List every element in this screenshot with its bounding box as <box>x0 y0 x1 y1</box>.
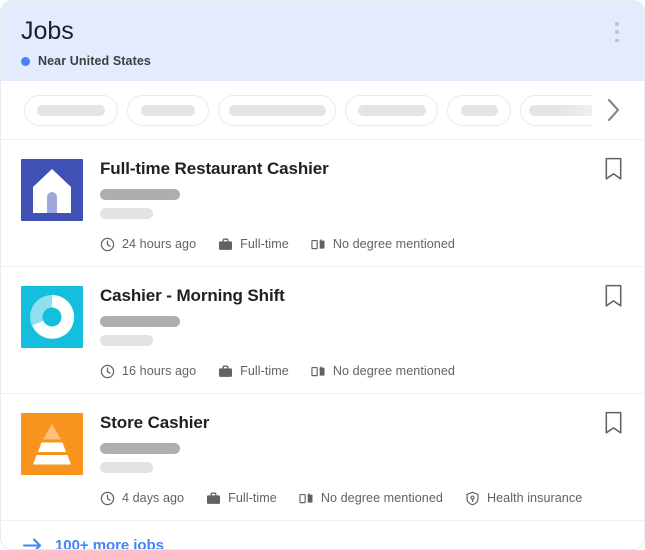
job-meta-item: Full-time <box>218 236 289 252</box>
company-placeholder <box>100 189 180 200</box>
job-meta-label: 16 hours ago <box>122 363 196 379</box>
job-meta-label: No degree mentioned <box>321 490 443 506</box>
job-card-body: Full-time Restaurant Cashier 24 hours ago… <box>100 156 624 252</box>
job-title: Full-time Restaurant Cashier <box>100 157 624 180</box>
job-meta-label: No degree mentioned <box>333 236 455 252</box>
filter-chip-1[interactable] <box>24 95 118 126</box>
job-meta-label: Full-time <box>240 236 289 252</box>
job-meta-label: Full-time <box>228 490 277 506</box>
job-meta-label: Full-time <box>240 363 289 379</box>
job-title: Cashier - Morning Shift <box>100 284 624 307</box>
page-title: Jobs <box>21 15 624 47</box>
job-meta-item: 16 hours ago <box>100 363 196 379</box>
location-dot-icon <box>21 57 30 66</box>
job-card[interactable]: Cashier - Morning Shift 16 hours ago Full-… <box>1 267 644 394</box>
job-card[interactable]: Full-time Restaurant Cashier 24 hours ago… <box>1 140 644 267</box>
pyramid-logo-icon <box>21 413 83 475</box>
donut-logo-icon <box>21 286 83 348</box>
job-meta-item: Health insurance <box>465 490 582 506</box>
jobs-widget: Jobs Near United States Full-time Restau… <box>0 0 645 550</box>
clock-icon <box>100 237 115 252</box>
book-icon <box>311 237 326 252</box>
location-label: Near United States <box>38 53 151 69</box>
briefcase-icon <box>218 364 233 379</box>
location-placeholder <box>100 208 153 219</box>
more-vert-icon[interactable] <box>606 19 628 45</box>
briefcase-icon <box>206 491 221 506</box>
job-meta-label: 4 days ago <box>122 490 184 506</box>
filter-chip-placeholder <box>461 105 498 116</box>
job-meta-item: 4 days ago <box>100 490 184 506</box>
job-meta-item: No degree mentioned <box>311 363 455 379</box>
job-meta-row: 16 hours ago Full-time No degree mentioned <box>100 363 624 379</box>
filter-chip-placeholder <box>229 105 326 116</box>
widget-header: Jobs Near United States <box>1 1 644 81</box>
job-title: Store Cashier <box>100 411 624 434</box>
briefcase-icon <box>218 237 233 252</box>
job-meta-row: 4 days ago Full-time No degree mentioned He… <box>100 490 624 506</box>
job-list: Full-time Restaurant Cashier 24 hours ago… <box>1 140 644 521</box>
company-placeholder <box>100 443 180 454</box>
filter-chip-placeholder <box>141 105 195 116</box>
clock-icon <box>100 364 115 379</box>
book-icon <box>299 491 314 506</box>
job-meta-item: 24 hours ago <box>100 236 196 252</box>
filter-chip-4[interactable] <box>345 95 438 126</box>
filter-chip-2[interactable] <box>127 95 209 126</box>
bookmark-outline-icon[interactable] <box>603 284 625 308</box>
job-card-body: Cashier - Morning Shift 16 hours ago Full-… <box>100 283 624 379</box>
job-meta-label: No degree mentioned <box>333 363 455 379</box>
shield-icon <box>465 491 480 506</box>
location-placeholder <box>100 462 153 473</box>
job-card-body: Store Cashier 4 days ago Full-time No degre… <box>100 410 624 506</box>
filter-chip-placeholder <box>358 105 426 116</box>
job-meta-label: Health insurance <box>487 490 582 506</box>
filter-chip-5[interactable] <box>447 95 511 126</box>
job-card[interactable]: Store Cashier 4 days ago Full-time No degre… <box>1 394 644 521</box>
job-meta-row: 24 hours ago Full-time No degree mentioned <box>100 236 624 252</box>
clock-icon <box>100 491 115 506</box>
arrow-right-icon <box>21 535 43 550</box>
bookmark-outline-icon[interactable] <box>603 157 625 181</box>
filter-chip-placeholder <box>37 105 105 116</box>
filter-chip-bar <box>1 81 644 140</box>
filter-chip-3[interactable] <box>218 95 336 126</box>
job-meta-item: Full-time <box>206 490 277 506</box>
location-row: Near United States <box>21 53 624 69</box>
chips-next-button[interactable] <box>592 81 636 139</box>
more-jobs-label: 100+ more jobs <box>55 536 164 550</box>
job-meta-item: Full-time <box>218 363 289 379</box>
book-icon <box>311 364 326 379</box>
job-meta-label: 24 hours ago <box>122 236 196 252</box>
location-placeholder <box>100 335 153 346</box>
job-meta-item: No degree mentioned <box>311 236 455 252</box>
job-meta-item: No degree mentioned <box>299 490 443 506</box>
company-placeholder <box>100 316 180 327</box>
more-jobs-link[interactable]: 100+ more jobs <box>1 521 644 550</box>
bookmark-outline-icon[interactable] <box>603 411 625 435</box>
home-logo-icon <box>21 159 83 221</box>
